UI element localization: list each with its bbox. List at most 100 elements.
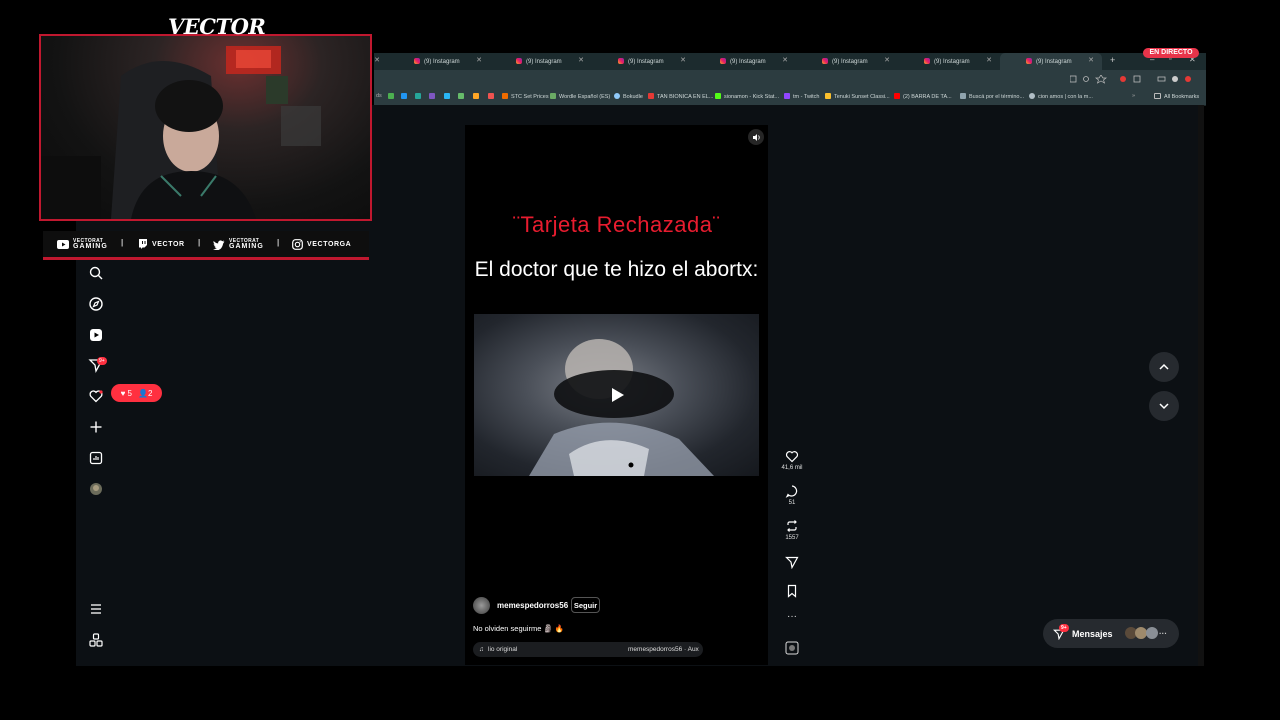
bookmark-icon [787,584,797,598]
direct-badge: 9+ [97,357,107,365]
volume-icon [752,133,760,141]
bookmark-item[interactable]: sionamon - Kick Stat... [715,93,779,100]
bookmark-item[interactable]: Bokudle [614,93,643,100]
close-icon[interactable]: ✕ [782,56,788,64]
like-button[interactable]: 41,6 mil [780,449,804,471]
svg-text:···: ··· [1159,629,1167,638]
reel-embedded-video[interactable] [474,314,759,476]
bookmark-item[interactable]: tm - Twitch [784,93,820,100]
share-button[interactable] [780,555,804,571]
reel-overlay-caption: El doctor que te hizo el abortx: [474,258,759,281]
bookmark-item[interactable]: STC Set Prices [502,93,549,100]
instagram-favicon-icon [822,58,828,64]
audio-cover-icon [785,641,799,655]
bookmark-favicons[interactable] [388,93,508,101]
address-bar-row [374,70,1206,88]
bookmark-item[interactable]: cion amos | con la m... [1029,93,1093,100]
dashboard-icon[interactable] [88,450,104,466]
bookmark-item[interactable]: TAN BIONICA EN EL... [648,93,713,100]
audio-thumbnail[interactable] [780,641,804,657]
bookmark-item[interactable]: Wordle Español (ES) [550,93,610,100]
close-icon[interactable]: ✕ [680,56,686,64]
browser-tab[interactable]: (9) Instagram ✕ [694,53,796,70]
audio-author: memespedorros56 · Aux [628,646,699,653]
youtube-link: VECTORAT GAMING [57,239,108,250]
author-username[interactable]: memespedorros56 [497,601,568,610]
webcam-feed [41,46,321,219]
volume-button[interactable] [748,129,764,145]
next-reel-button[interactable] [1149,391,1179,421]
bookmarks-overflow-icon[interactable]: » [1132,93,1135,99]
previous-reel-button[interactable] [1149,352,1179,382]
reels-icon[interactable] [88,327,104,343]
close-icon[interactable]: ✕ [578,56,584,64]
explore-icon[interactable] [88,296,104,312]
tab-title: (9) Instagram [730,58,766,65]
chevron-up-icon [1159,363,1169,370]
search-icon[interactable] [88,265,104,281]
more-options-icon[interactable]: ··· [780,611,804,622]
new-tab-button[interactable]: + [1110,55,1115,65]
youtube-icon [57,240,69,249]
notifications-tooltip[interactable]: ♥ 5 👤2 [111,384,162,402]
browser-tab[interactable]: (9) Instagram ✕ [898,53,1000,70]
follow-button[interactable]: Seguir [571,597,600,613]
tab-title: (9) Instagram [628,58,664,65]
live-badge: EN DIRECTO [1143,48,1199,58]
close-icon[interactable]: ✕ [884,56,890,64]
browser-tab-active[interactable]: (9) Instagram ✕ [1000,53,1102,70]
instagram-favicon-icon [618,58,624,64]
messages-button[interactable]: 9+ Mensajes ··· [1043,619,1179,648]
like-notification: ♥ 5 [120,388,132,398]
scrollbar[interactable] [1198,105,1204,666]
bookmark-item[interactable]: Tenuki Sunset Classi... [825,93,890,100]
profile-avatar[interactable] [88,481,104,497]
bookmark-item[interactable]: (2) BARRA DE TA... [894,93,952,100]
browser-tab[interactable]: (9) Instagram ✕ [490,53,592,70]
messages-label: Mensajes [1072,629,1113,639]
all-bookmarks-button[interactable]: All Bookmarks [1154,93,1199,100]
messages-badge: 9+ [1059,624,1069,632]
reel-description: No olviden seguirme 🗿 🔥 [473,624,565,633]
comment-button[interactable]: 51 [780,484,804,506]
heart-icon [785,451,799,463]
reel-overlay-title: ¨Tarjeta Rechazada¨ [512,212,721,237]
create-icon[interactable] [88,419,104,435]
social-links-bar: VECTORAT GAMING | VECTOR | VECTORAT GAMING… [43,231,369,260]
tab-title: (9) Instagram [526,58,562,65]
bookmark-partial[interactable]: ds [376,93,382,99]
close-icon[interactable]: ✕ [986,56,992,64]
instagram-favicon-icon [516,58,522,64]
browser-tab-strip: ✕ (9) Instagram ✕ (9) Instagram ✕ (9) Inst… [374,53,1206,70]
music-note-icon: ♫ [479,646,484,653]
menu-icon[interactable] [88,601,104,617]
repost-icon [787,520,797,532]
instagram-favicon-icon [1026,58,1032,64]
webcam-overlay [39,34,372,221]
audio-link[interactable]: ♫ lio original memespedorros56 · Aux [473,642,703,657]
close-icon[interactable]: ✕ [374,56,380,64]
close-icon[interactable]: ✕ [1088,56,1094,64]
message-avatars: ··· [1125,627,1167,639]
browser-tab[interactable]: (9) Instagram ✕ [592,53,694,70]
play-icon[interactable] [607,385,627,405]
comment-count: 51 [788,500,796,506]
repost-button[interactable]: 1557 [780,519,804,541]
threads-icon[interactable] [88,632,104,648]
browser-tab[interactable]: (9) Instagram ✕ [796,53,898,70]
heart-icon[interactable] [88,388,104,404]
close-icon[interactable]: ✕ [476,56,482,64]
browser-toolbar-icons[interactable] [1070,75,1200,84]
browser-tab[interactable]: (9) Instagram ✕ [388,53,490,70]
audio-label: lio original [488,646,518,653]
twitch-link: VECTOR [138,239,185,249]
save-button[interactable] [780,584,804,600]
bookmarks-bar: ds STC Set Prices Wordle Español (ES) Bo… [374,88,1206,106]
tab-title: (9) Instagram [934,58,970,65]
bookmark-item[interactable]: Buscá por el término... [960,93,1024,100]
twitter-icon [213,239,225,250]
share-icon [785,556,799,569]
instagram-favicon-icon [720,58,726,64]
instagram-link: VECTORGA [292,239,351,250]
author-avatar[interactable] [473,597,490,614]
